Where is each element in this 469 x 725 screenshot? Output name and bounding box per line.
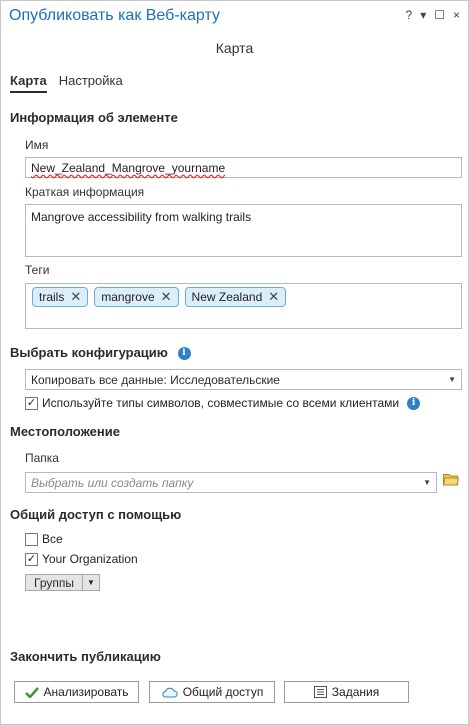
org-checkbox[interactable]: ✓ — [25, 552, 38, 566]
pane-titlebar: Опубликовать как Веб-карту ? ▾ ☐ × — [1, 1, 468, 31]
summary-value: Mangrove accessibility from walking trai… — [31, 210, 252, 224]
configuration-selected: Копировать все данные: Исследовательские — [31, 372, 280, 387]
location-heading: Местоположение — [10, 424, 120, 439]
share-label: Общий доступ — [182, 685, 264, 699]
share-org-row[interactable]: ✓ Your Organization — [25, 552, 138, 566]
cloud-icon — [162, 687, 178, 697]
share-everyone-row[interactable]: Все — [25, 532, 63, 546]
name-value: New_Zealand_Mangrove_yourname — [31, 161, 226, 175]
publish-pane: Опубликовать как Веб-карту ? ▾ ☐ × Карта… — [0, 0, 469, 725]
jobs-list-icon — [313, 686, 327, 698]
jobs-label: Задания — [331, 685, 380, 699]
tag-chip-label: mangrove — [101, 290, 155, 304]
configuration-heading: Выбрать конфигурацию i — [10, 345, 191, 361]
everyone-label: Все — [42, 532, 63, 546]
remove-tag-icon[interactable]: ✕ — [268, 289, 279, 305]
tab-bar: Карта Настройка — [10, 73, 123, 93]
options-menu-icon[interactable]: ▾ — [420, 8, 426, 22]
summary-field[interactable]: Mangrove accessibility from walking trai… — [25, 204, 462, 257]
name-label: Имя — [25, 138, 49, 152]
tags-label: Теги — [25, 263, 50, 277]
tag-chip: New Zealand ✕ — [184, 287, 287, 307]
info-icon[interactable]: i — [407, 396, 421, 410]
pane-controls: ? ▾ ☐ × — [406, 8, 461, 22]
item-info-heading: Информация об элементе — [10, 110, 178, 125]
remove-tag-icon[interactable]: ✕ — [161, 289, 172, 305]
jobs-button[interactable]: Задания — [284, 681, 409, 703]
analyze-button[interactable]: Анализировать — [14, 681, 139, 703]
pane-subtitle: Карта — [215, 40, 254, 56]
folder-label: Папка — [25, 451, 59, 465]
maximize-icon[interactable]: ☐ — [434, 8, 445, 22]
tag-chip-label: New Zealand — [191, 290, 263, 304]
name-field[interactable]: New_Zealand_Mangrove_yourname — [25, 157, 462, 178]
tag-chip: mangrove ✕ — [94, 287, 179, 307]
help-icon[interactable]: ? — [406, 8, 413, 22]
tag-chip-label: trails — [39, 290, 65, 304]
pane-title: Опубликовать как Веб-карту — [9, 7, 220, 24]
share-button[interactable]: Общий доступ — [149, 681, 275, 703]
summary-label: Краткая информация — [25, 185, 145, 199]
remove-tag-icon[interactable]: ✕ — [70, 289, 81, 305]
checkmark-icon — [24, 686, 39, 698]
sharing-heading: Общий доступ с помощью — [10, 507, 182, 522]
tab-map[interactable]: Карта — [10, 73, 47, 93]
chevron-down-icon: ▼ — [423, 478, 431, 487]
groups-button[interactable]: Группы — [26, 575, 83, 590]
org-label: Your Organization — [42, 552, 138, 566]
tags-field[interactable]: trails ✕ mangrove ✕ New Zealand ✕ — [25, 283, 462, 329]
folder-placeholder: Выбрать или создать папку — [31, 475, 194, 490]
configuration-select[interactable]: Копировать все данные: Исследовательские… — [25, 369, 462, 390]
finish-heading: Закончить публикацию — [10, 649, 161, 664]
folder-icon[interactable] — [443, 473, 459, 486]
folder-select[interactable]: Выбрать или создать папку ▼ — [25, 472, 437, 493]
chevron-down-icon[interactable]: ▼ — [83, 575, 99, 590]
tag-chip: trails ✕ — [32, 287, 89, 307]
close-icon[interactable]: × — [453, 8, 460, 22]
info-icon[interactable]: i — [177, 347, 191, 361]
analyze-label: Анализировать — [43, 685, 129, 699]
configuration-heading-text: Выбрать конфигурацию — [10, 345, 168, 360]
tab-settings[interactable]: Настройка — [59, 73, 123, 93]
symbol-compat-checkbox[interactable]: ✓ — [25, 396, 38, 410]
everyone-checkbox[interactable] — [25, 532, 38, 546]
symbol-compat-checkbox-row[interactable]: ✓ Используйте типы символов, совместимые… — [25, 396, 421, 410]
chevron-down-icon: ▼ — [448, 375, 456, 384]
groups-split-button[interactable]: Группы ▼ — [25, 574, 100, 591]
symbol-compat-label: Используйте типы символов, совместимые с… — [42, 396, 400, 410]
